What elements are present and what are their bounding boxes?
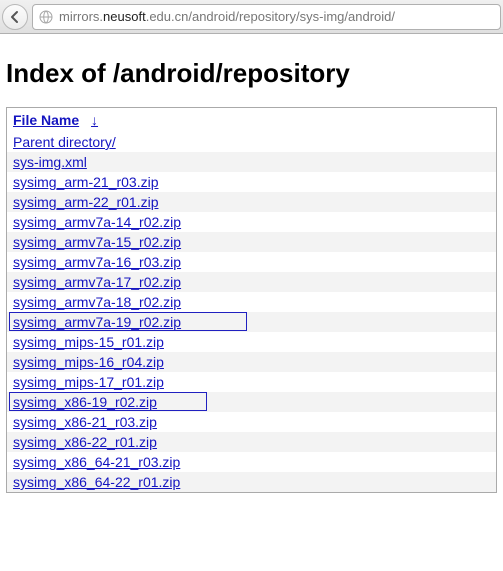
table-cell: sysimg_arm-21_r03.zip <box>7 172 497 192</box>
table-row: sysimg_mips-16_r04.zip <box>7 352 497 372</box>
file-link[interactable]: sysimg_arm-21_r03.zip <box>13 174 159 190</box>
file-link[interactable]: sysimg_mips-15_r01.zip <box>13 334 164 350</box>
browser-toolbar: mirrors.neusoft.edu.cn/android/repositor… <box>0 0 503 34</box>
header-filename-link[interactable]: File Name <box>13 112 79 128</box>
back-button[interactable] <box>2 4 28 30</box>
table-row: sysimg_armv7a-18_r02.zip <box>7 292 497 312</box>
table-row: sysimg_armv7a-14_r02.zip <box>7 212 497 232</box>
file-link[interactable]: sysimg_armv7a-17_r02.zip <box>13 274 181 290</box>
table-cell: sysimg_x86_64-22_r01.zip <box>7 472 497 493</box>
table-cell: sysimg_mips-15_r01.zip <box>7 332 497 352</box>
table-row: sysimg_mips-15_r01.zip <box>7 332 497 352</box>
page-content: Index of /android/repository File Name ↓… <box>0 34 503 501</box>
url-prefix: mirrors. <box>59 9 103 24</box>
table-row: sysimg_armv7a-16_r03.zip <box>7 252 497 272</box>
table-cell: sysimg_armv7a-17_r02.zip <box>7 272 497 292</box>
file-link[interactable]: sysimg_armv7a-14_r02.zip <box>13 214 181 230</box>
table-cell: sysimg_armv7a-14_r02.zip <box>7 212 497 232</box>
file-rows-body: Parent directory/sys-img.xml sysimg_arm-2… <box>7 132 497 493</box>
table-row: sysimg_x86-21_r03.zip <box>7 412 497 432</box>
table-cell: sysimg_armv7a-15_r02.zip <box>7 232 497 252</box>
table-cell: sysimg_arm-22_r01.zip <box>7 192 497 212</box>
table-row: sysimg_armv7a-15_r02.zip <box>7 232 497 252</box>
file-index-table: File Name ↓ Parent directory/sys-img.xml… <box>6 107 497 493</box>
table-row: sysimg_x86_64-21_r03.zip <box>7 452 497 472</box>
url-suffix: .edu.cn/android/repository/sys-img/andro… <box>146 9 395 24</box>
file-link[interactable]: sys-img.xml <box>13 154 87 170</box>
table-row: sysimg_arm-22_r01.zip <box>7 192 497 212</box>
file-link[interactable]: sysimg_x86-19_r02.zip <box>13 394 157 410</box>
table-row: sysimg_mips-17_r01.zip <box>7 372 497 392</box>
table-cell: sysimg_x86_64-21_r03.zip <box>7 452 497 472</box>
file-link[interactable]: sysimg_x86-21_r03.zip <box>13 414 157 430</box>
file-link[interactable]: sysimg_x86_64-22_r01.zip <box>13 474 180 490</box>
file-link[interactable]: sysimg_arm-22_r01.zip <box>13 194 159 210</box>
table-cell: sysimg_armv7a-19_r02.zip <box>7 312 497 332</box>
file-link[interactable]: sysimg_armv7a-16_r03.zip <box>13 254 181 270</box>
back-arrow-icon <box>8 10 22 24</box>
table-cell: sysimg_mips-17_r01.zip <box>7 372 497 392</box>
sort-arrow-icon[interactable]: ↓ <box>91 112 98 128</box>
table-cell: Parent directory/ <box>7 132 497 152</box>
url-host: neusoft <box>103 9 146 24</box>
table-row: sysimg_armv7a-19_r02.zip <box>7 312 497 332</box>
file-link[interactable]: sysimg_mips-17_r01.zip <box>13 374 164 390</box>
table-cell: sysimg_x86-22_r01.zip <box>7 432 497 452</box>
file-link[interactable]: sysimg_x86_64-21_r03.zip <box>13 454 180 470</box>
table-cell: sysimg_armv7a-18_r02.zip <box>7 292 497 312</box>
file-link[interactable]: Parent directory/ <box>13 134 116 150</box>
table-cell: sys-img.xml <box>7 152 497 172</box>
file-link[interactable]: sysimg_armv7a-18_r02.zip <box>13 294 181 310</box>
table-cell: sysimg_mips-16_r04.zip <box>7 352 497 372</box>
table-row: sysimg_x86-19_r02.zip <box>7 392 497 412</box>
file-link[interactable]: sysimg_armv7a-19_r02.zip <box>13 314 181 330</box>
table-row: sys-img.xml <box>7 152 497 172</box>
page-title: Index of /android/repository <box>6 58 497 89</box>
globe-icon <box>39 10 53 24</box>
table-row: sysimg_armv7a-17_r02.zip <box>7 272 497 292</box>
table-cell: sysimg_x86-19_r02.zip <box>7 392 497 412</box>
file-link[interactable]: sysimg_armv7a-15_r02.zip <box>13 234 181 250</box>
table-row: sysimg_arm-21_r03.zip <box>7 172 497 192</box>
table-cell: sysimg_armv7a-16_r03.zip <box>7 252 497 272</box>
url-bar[interactable]: mirrors.neusoft.edu.cn/android/repositor… <box>32 4 501 30</box>
file-link[interactable]: sysimg_x86-22_r01.zip <box>13 434 157 450</box>
table-cell: sysimg_x86-21_r03.zip <box>7 412 497 432</box>
table-row: sysimg_x86-22_r01.zip <box>7 432 497 452</box>
file-link[interactable]: sysimg_mips-16_r04.zip <box>13 354 164 370</box>
table-row: Parent directory/ <box>7 132 497 152</box>
table-row: sysimg_x86_64-22_r01.zip <box>7 472 497 493</box>
